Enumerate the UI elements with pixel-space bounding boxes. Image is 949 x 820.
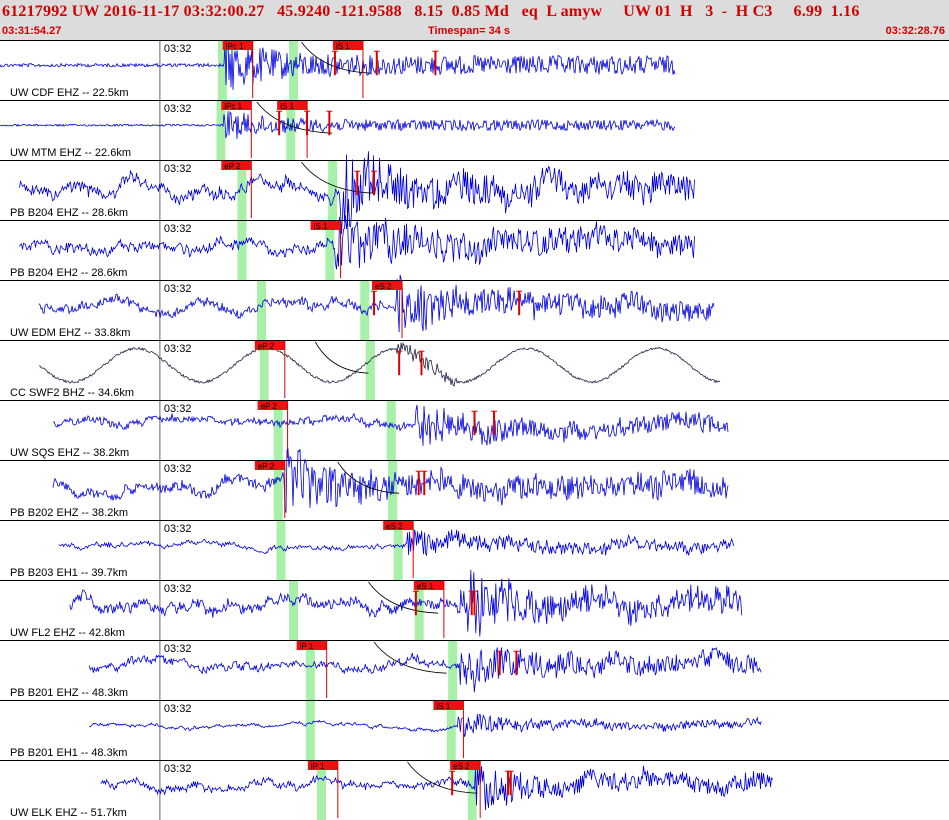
pick-label: eP 2 — [224, 162, 241, 171]
time-tick-label: 03:32 — [164, 163, 192, 175]
phase-window — [289, 581, 299, 640]
pick-label: iS 1 — [336, 42, 350, 51]
pick-label: iP 1 — [311, 762, 325, 771]
pick-label: eS 2 — [453, 762, 470, 771]
pick-label: iPc 1 — [226, 42, 244, 51]
time-tick-label: 03:32 — [164, 43, 192, 55]
trace-row: 03:32 iPc 1 iS 1 UW MTM EHZ -- 22.6km — [0, 100, 949, 160]
time-tick-label: 03:32 — [164, 223, 192, 235]
phase-window — [276, 521, 286, 580]
trace-row: 03:32 iS 1 PB B204 EH2 -- 28.6km — [0, 215, 949, 280]
waveform-trace — [89, 713, 762, 738]
waveform-trace — [19, 215, 695, 270]
pick-label: iP 1 — [300, 642, 314, 651]
pick-label: eS 2 — [386, 522, 403, 531]
time-tick-label: 03:32 — [164, 703, 192, 715]
time-tick-label: 03:32 — [164, 463, 192, 475]
phase-window — [365, 341, 375, 400]
station-label: CC SWF2 BHZ -- 34.6km — [10, 387, 134, 399]
phase-window — [237, 221, 247, 280]
event-header: 61217992 UW 2016-11-17 03:32:00.27 45.92… — [0, 0, 949, 40]
trace-row: 03:32 iP 1 PB B201 EHZ -- 48.3km — [0, 640, 949, 700]
end-time: 03:32:28.76 — [885, 25, 945, 37]
trace-row: 03:32 eS 2 PB B203 EH1 -- 39.7km — [0, 520, 949, 580]
pick-label: iS 1 — [436, 702, 450, 711]
trace-row: 03:32 eS 1 UW FL2 EHZ -- 42.8km — [0, 569, 949, 640]
time-tick-label: 03:32 — [164, 103, 192, 115]
station-label: UW FL2 EHZ -- 42.8km — [10, 627, 125, 639]
pick-label: eS 2 — [375, 282, 392, 291]
station-label: PB B201 EH1 -- 48.3km — [10, 747, 127, 759]
phase-window — [256, 281, 266, 340]
station-label: UW MTM EHZ -- 22.6km — [10, 147, 131, 159]
phase-window — [305, 701, 315, 760]
trace-row: 03:32 eS 2 UW EDM EHZ -- 33.8km — [0, 274, 949, 340]
station-label: UW ELK EHZ -- 51.7km — [10, 807, 127, 819]
pick-label: iPc 1 — [224, 102, 242, 111]
trace-row: 03:32 iS 1 PB B201 EH1 -- 48.3km — [0, 700, 949, 760]
time-tick-label: 03:32 — [164, 643, 192, 655]
time-tick-label: 03:32 — [164, 343, 192, 355]
station-label: UW SQS EHZ -- 38.2km — [10, 447, 129, 459]
phase-window — [386, 401, 396, 460]
pick-label: iS 1 — [314, 222, 328, 231]
waveform-trace — [100, 764, 773, 811]
trace-row: 03:32 eP 2 PB B204 EHZ -- 28.6km — [0, 151, 949, 235]
pick-label: eP 2 — [258, 462, 275, 471]
timespan-label: Timespan= 34 s — [428, 25, 511, 37]
phase-window — [448, 641, 458, 700]
station-label: PB B204 EHZ -- 28.6km — [10, 207, 128, 219]
time-tick-label: 03:32 — [164, 403, 192, 415]
pick-label: iS 1 — [280, 102, 294, 111]
trace-row: 03:32 eP 2 PB B202 EHZ -- 38.2km — [0, 448, 949, 520]
time-tick-label: 03:32 — [164, 283, 192, 295]
time-tick-label: 03:32 — [164, 523, 192, 535]
station-label: PB B201 EHZ -- 48.3km — [10, 687, 128, 699]
event-summary: 61217992 UW 2016-11-17 03:32:00.27 45.92… — [2, 3, 860, 20]
station-label: PB B204 EH2 -- 28.6km — [10, 267, 127, 279]
seismogram-panel: 03:32 iPc 1 iS 1 UW CDF EHZ -- 22.5km 03:32 i… — [0, 40, 949, 820]
waveform-trace — [0, 110, 676, 140]
station-label: UW CDF EHZ -- 22.5km — [10, 87, 129, 99]
time-tick-label: 03:32 — [164, 583, 192, 595]
start-time: 03:31:54.27 — [2, 25, 62, 37]
pick-label: eS 1 — [417, 582, 434, 591]
trace-row: 03:32 eP 2 UW SQS EHZ -- 38.2km — [0, 400, 949, 460]
time-tick-label: 03:32 — [164, 763, 192, 775]
waveform-trace — [69, 569, 743, 637]
trace-row: 03:32 iPc 1 iS 1 UW CDF EHZ -- 22.5km — [0, 40, 949, 100]
station-label: PB B202 EHZ -- 38.2km — [10, 507, 128, 519]
trace-row: 03:32 eP 2 CC SWF2 BHZ -- 34.6km — [0, 340, 949, 400]
station-label: UW EDM EHZ -- 33.8km — [10, 327, 130, 339]
waveform-trace — [39, 341, 721, 387]
pick-label: eP 2 — [261, 402, 278, 411]
trace-row: 03:32 iP 1 eS 2 UW ELK EHZ -- 51.7km — [0, 760, 949, 820]
station-label: PB B203 EH1 -- 39.7km — [10, 567, 127, 579]
pick-label: eP 2 — [258, 342, 275, 351]
